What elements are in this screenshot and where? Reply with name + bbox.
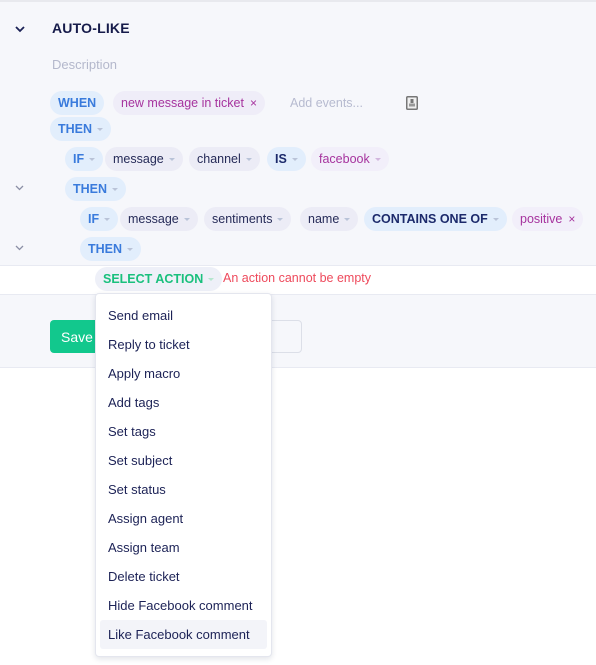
menu-item-label: Set tags bbox=[108, 424, 156, 439]
action-error-message: An action cannot be empty bbox=[223, 271, 372, 285]
condition-field-select[interactable]: channel bbox=[189, 147, 260, 171]
action-dropdown-menu: Send email Reply to ticket Apply macro A… bbox=[95, 293, 272, 657]
if-keyword-2[interactable]: IF bbox=[80, 207, 119, 231]
then-label: THEN bbox=[73, 182, 108, 196]
caret-down-icon bbox=[112, 187, 119, 191]
caret-down-icon bbox=[277, 217, 284, 221]
menu-item-label: Send email bbox=[108, 308, 174, 323]
menu-item-add-tags[interactable]: Add tags bbox=[100, 388, 267, 417]
caret-down-icon bbox=[97, 127, 104, 131]
collapse-rule-chevron-icon[interactable] bbox=[15, 24, 25, 34]
when-label: WHEN bbox=[58, 96, 97, 110]
if-label: IF bbox=[73, 152, 85, 166]
field-label: sentiments bbox=[212, 212, 273, 226]
select-action-label: SELECT ACTION bbox=[103, 272, 204, 286]
then-keyword-2[interactable]: THEN bbox=[65, 177, 127, 201]
remove-value-icon[interactable]: × bbox=[568, 212, 575, 226]
caret-down-icon bbox=[245, 157, 252, 161]
if-label: IF bbox=[88, 212, 100, 226]
condition-operator-select[interactable]: IS bbox=[267, 147, 306, 171]
value-label: facebook bbox=[319, 152, 370, 166]
caret-down-icon bbox=[208, 277, 215, 281]
menu-item-label: Set status bbox=[108, 482, 166, 497]
menu-item-label: Apply macro bbox=[108, 366, 181, 381]
menu-item-delete-ticket[interactable]: Delete ticket bbox=[100, 562, 267, 591]
then-label: THEN bbox=[58, 122, 93, 136]
if-keyword-1[interactable]: IF bbox=[65, 147, 104, 171]
condition-object-select[interactable]: message bbox=[120, 207, 198, 231]
menu-item-label: Delete ticket bbox=[108, 569, 180, 584]
subfield-label: name bbox=[308, 212, 340, 226]
value-tag-label: positive bbox=[520, 212, 563, 226]
field-label: channel bbox=[197, 152, 241, 166]
menu-item-send-email[interactable]: Send email bbox=[100, 301, 267, 330]
menu-item-label: Add tags bbox=[108, 395, 160, 410]
rule-title[interactable]: AUTO-LIKE bbox=[52, 20, 130, 36]
caret-down-icon bbox=[168, 157, 175, 161]
then-keyword-3[interactable]: THEN bbox=[80, 237, 142, 261]
description-input[interactable]: Description bbox=[52, 57, 117, 72]
menu-item-label: Assign team bbox=[108, 540, 180, 555]
condition-object-select[interactable]: message bbox=[105, 147, 183, 171]
menu-item-assign-team[interactable]: Assign team bbox=[100, 533, 267, 562]
caret-down-icon bbox=[374, 157, 381, 161]
menu-item-reply-to-ticket[interactable]: Reply to ticket bbox=[100, 330, 267, 359]
caret-down-icon bbox=[104, 217, 111, 221]
then-label: THEN bbox=[88, 242, 123, 256]
when-keyword: WHEN bbox=[50, 91, 105, 115]
menu-item-set-status[interactable]: Set status bbox=[100, 475, 267, 504]
menu-item-label: Reply to ticket bbox=[108, 337, 190, 352]
event-tag[interactable]: new message in ticket × bbox=[113, 91, 265, 115]
operator-label: CONTAINS ONE OF bbox=[372, 212, 488, 226]
event-tag-label: new message in ticket bbox=[121, 96, 244, 110]
clipboard-icon[interactable] bbox=[406, 96, 418, 113]
menu-item-set-tags[interactable]: Set tags bbox=[100, 417, 267, 446]
operator-label: IS bbox=[275, 152, 287, 166]
menu-item-hide-facebook-comment[interactable]: Hide Facebook comment bbox=[100, 591, 267, 620]
menu-item-apply-macro[interactable]: Apply macro bbox=[100, 359, 267, 388]
add-events-input[interactable]: Add events... bbox=[290, 96, 363, 110]
caret-down-icon bbox=[89, 157, 96, 161]
remove-event-icon[interactable]: × bbox=[250, 96, 257, 110]
object-label: message bbox=[113, 152, 164, 166]
menu-item-set-subject[interactable]: Set subject bbox=[100, 446, 267, 475]
save-label: Save bbox=[61, 328, 93, 345]
menu-item-label: Set subject bbox=[108, 453, 173, 468]
menu-item-assign-agent[interactable]: Assign agent bbox=[100, 504, 267, 533]
caret-down-icon bbox=[492, 217, 499, 221]
menu-item-label: Assign agent bbox=[108, 511, 184, 526]
collapse-branch-chevron-icon[interactable] bbox=[14, 183, 24, 193]
value-tag[interactable]: positive × bbox=[512, 207, 584, 231]
caret-down-icon bbox=[344, 217, 351, 221]
object-label: message bbox=[128, 212, 179, 226]
menu-item-like-facebook-comment[interactable]: Like Facebook comment bbox=[100, 620, 267, 649]
select-action-dropdown[interactable]: SELECT ACTION bbox=[95, 267, 223, 291]
then-keyword-1[interactable]: THEN bbox=[50, 117, 112, 141]
condition-field-select[interactable]: sentiments bbox=[204, 207, 292, 231]
menu-item-label: Hide Facebook comment bbox=[108, 598, 253, 613]
condition-operator-select[interactable]: CONTAINS ONE OF bbox=[364, 207, 507, 231]
caret-down-icon bbox=[291, 157, 298, 161]
caret-down-icon bbox=[183, 217, 190, 221]
condition-value-select[interactable]: facebook bbox=[311, 147, 389, 171]
condition-subfield-select[interactable]: name bbox=[300, 207, 359, 231]
collapse-branch-chevron-icon[interactable] bbox=[14, 243, 24, 253]
caret-down-icon bbox=[127, 247, 134, 251]
menu-item-label: Like Facebook comment bbox=[108, 627, 250, 642]
